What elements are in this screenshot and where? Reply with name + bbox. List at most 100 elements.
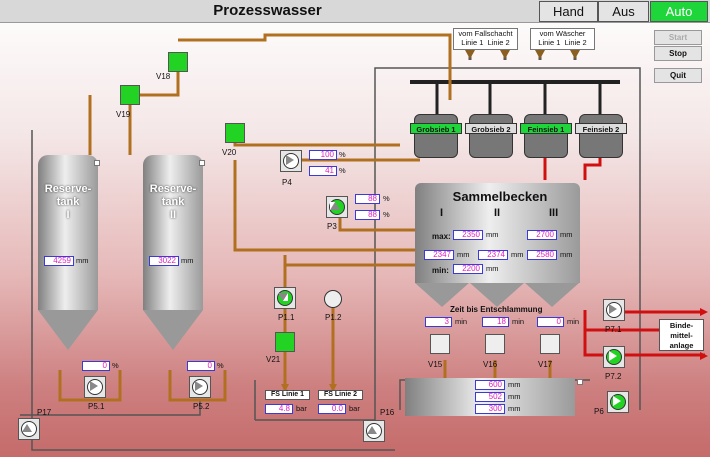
unit-label: mm <box>457 250 470 259</box>
pump-p51[interactable] <box>84 376 106 398</box>
reserve-tank-1-label: Reserve- tank I <box>44 183 92 221</box>
valve-v15[interactable] <box>430 334 450 354</box>
valve-v19[interactable] <box>120 85 140 105</box>
pump-p52-label: P5.2 <box>193 402 210 411</box>
sammel-max: 2350 <box>453 230 483 240</box>
zeit-label: Zeit bis Entschlammung <box>450 305 543 314</box>
fs-linie-2-value: 0.0 <box>318 404 346 414</box>
sieve-fein-2[interactable] <box>579 114 623 158</box>
source-waescher: vom Wäscher Linie 1 Linie 2 <box>530 28 595 50</box>
pump-p52[interactable] <box>189 376 211 398</box>
sieve-grob-1-label: Grobsieb 1 <box>410 123 462 134</box>
unit-label: mm <box>181 256 194 265</box>
bindemittelanlage-box: Binde- mittel- anlage <box>659 319 704 351</box>
unit-label: min <box>455 317 468 326</box>
unit-label: % <box>339 166 346 175</box>
reserve-tank-1[interactable] <box>38 155 98 310</box>
unit-label: % <box>383 194 390 203</box>
sieve-fein-2-label: Feinsieb 2 <box>575 123 627 134</box>
reserve-tank-2-label: Reserve- tank II <box>149 183 197 221</box>
unit-label: % <box>217 361 224 370</box>
status-indicator <box>577 379 583 385</box>
tank-cone <box>525 283 579 307</box>
p4-value-2: 41 <box>309 166 337 176</box>
pump-p4-label: P4 <box>282 178 292 187</box>
sammel-level-1: 2347 <box>424 250 454 260</box>
pump-p71[interactable] <box>603 299 625 321</box>
bottom-tank-value-3: 300 <box>475 404 505 414</box>
column-ii: II <box>494 207 501 219</box>
sieve-fein-1[interactable] <box>524 114 568 158</box>
zeit-3: 0 <box>537 317 564 327</box>
valve-v17[interactable] <box>540 334 560 354</box>
valve-v16-label: V16 <box>483 360 498 369</box>
pump-p71-label: P7.1 <box>605 325 622 334</box>
reserve-tank-1-level: 4259 <box>44 256 74 266</box>
pump-p51-label: P5.1 <box>88 402 105 411</box>
pump-p4[interactable] <box>280 150 302 172</box>
source-line1: Linie 1 <box>538 38 561 47</box>
pump-p6-label: P6 <box>594 407 604 416</box>
sammel-level-3: 2580 <box>527 250 557 260</box>
source-title: vom Fallschacht <box>458 29 513 38</box>
unit-label: bar <box>349 404 360 413</box>
sieve-grob-1[interactable] <box>414 114 458 158</box>
unit-label: mm <box>486 264 499 273</box>
bottom-tank-value-2: 502 <box>475 392 505 402</box>
pump-p3-label: P3 <box>327 222 337 231</box>
unit-label: mm <box>508 392 521 401</box>
pump-p3[interactable] <box>326 196 348 218</box>
sammel-level-3-top: 2700 <box>527 230 557 240</box>
valve-v19-label: V19 <box>116 110 131 119</box>
valve-v21[interactable] <box>275 332 295 352</box>
unit-label: % <box>339 150 346 159</box>
valve-v20-label: V20 <box>222 148 237 157</box>
sieve-grob-2-label: Grobsieb 2 <box>465 123 517 134</box>
unit-label: % <box>112 361 119 370</box>
pump-p72[interactable] <box>603 346 625 368</box>
pump-p17[interactable] <box>18 418 40 440</box>
unit-label: mm <box>508 380 521 389</box>
pump-p72-label: P7.2 <box>605 372 622 381</box>
unit-label: bar <box>296 404 307 413</box>
funnel-icon <box>570 50 580 59</box>
source-fallschacht: vom Fallschacht Linie 1 Linie 2 <box>453 28 518 50</box>
status-indicator <box>199 160 205 166</box>
pump-p17-label: P17 <box>37 408 52 417</box>
source-line2: Linie 2 <box>487 38 510 47</box>
pump-p12[interactable] <box>324 290 342 308</box>
valve-v15-label: V15 <box>428 360 443 369</box>
reserve-tank-2-pct: 0 <box>187 361 215 371</box>
bottom-tank-value-1: 600 <box>475 380 505 390</box>
unit-label: min <box>512 317 525 326</box>
pipe-network <box>20 33 708 451</box>
pump-p11[interactable] <box>274 287 296 309</box>
pump-p16[interactable] <box>363 420 385 442</box>
sieve-grob-2[interactable] <box>469 114 513 158</box>
reserve-tank-2[interactable] <box>143 155 203 310</box>
fs-linie-2-label: FS Linie 2 <box>318 390 363 400</box>
tank-cone <box>38 310 98 350</box>
zeit-2: 18 <box>482 317 509 327</box>
unit-label: mm <box>511 250 524 259</box>
unit-label: min <box>567 317 580 326</box>
valve-v18[interactable] <box>168 52 188 72</box>
p4-value-1: 100 <box>309 150 337 160</box>
unit-label: mm <box>508 404 521 413</box>
pump-p11-label: P1.1 <box>278 313 295 322</box>
p3-value-1: 88 <box>355 194 380 204</box>
fs-linie-1-value: 4.8 <box>265 404 293 414</box>
status-indicator <box>94 160 100 166</box>
valve-v20[interactable] <box>225 123 245 143</box>
sammel-min: 2200 <box>453 264 483 274</box>
tank-cone <box>143 310 203 350</box>
valve-v16[interactable] <box>485 334 505 354</box>
unit-label: mm <box>486 230 499 239</box>
tank-cone <box>470 283 524 307</box>
valve-v17-label: V17 <box>538 360 553 369</box>
column-i: I <box>440 207 444 219</box>
unit-label: mm <box>560 230 573 239</box>
pump-p6[interactable] <box>607 391 629 413</box>
p3-value-2: 88 <box>355 210 380 220</box>
source-line1: Linie 1 <box>461 38 484 47</box>
